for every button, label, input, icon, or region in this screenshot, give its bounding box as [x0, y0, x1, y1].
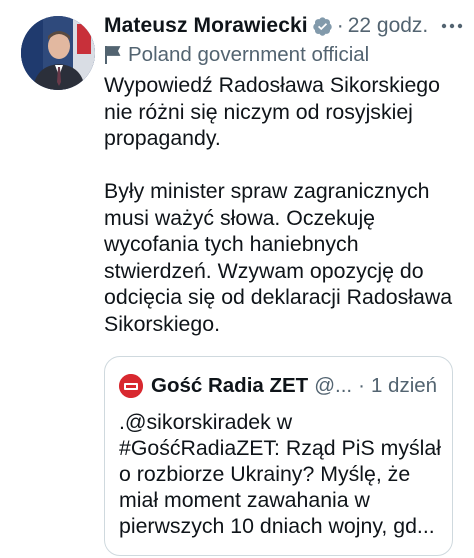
- tweet-text: Wypowiedź Radosława Sikorskiego nie różn…: [104, 73, 453, 336]
- tweet-content: Mateusz Morawiecki · 22 godz. Poland gov…: [104, 12, 464, 337]
- tweet-timestamp[interactable]: 22 godz.: [348, 14, 429, 38]
- quoted-author-name[interactable]: Gość Radia ZET: [151, 374, 308, 398]
- government-label[interactable]: Poland government official: [104, 40, 464, 70]
- verified-badge-icon[interactable]: [312, 16, 333, 37]
- header-separator: ·: [336, 14, 344, 37]
- quoted-timestamp[interactable]: 1 dzień: [371, 374, 437, 398]
- author-name[interactable]: Mateusz Morawiecki: [104, 14, 308, 38]
- radio-zet-logo-icon: [119, 374, 143, 398]
- quoted-author-avatar[interactable]: [119, 374, 143, 398]
- quoted-tweet[interactable]: Gość Radia ZET @... · 1 dzień .@sikorski…: [104, 356, 453, 556]
- tweet-header: Mateusz Morawiecki · 22 godz.: [104, 12, 464, 40]
- government-label-text: Poland government official: [128, 43, 370, 66]
- flag-icon: [105, 46, 121, 64]
- quoted-tweet-text: .@sikorskiradek w #GośćRadiaZET: Rząd Pi…: [119, 410, 441, 538]
- author-avatar[interactable]: [21, 16, 95, 90]
- more-options-icon[interactable]: [440, 18, 464, 34]
- quoted-tweet-header: Gość Radia ZET @... · 1 dzień: [119, 371, 452, 401]
- quoted-author-handle[interactable]: @...: [314, 374, 352, 398]
- author-avatar-photo: [21, 16, 95, 90]
- quoted-header-separator: ·: [358, 374, 365, 397]
